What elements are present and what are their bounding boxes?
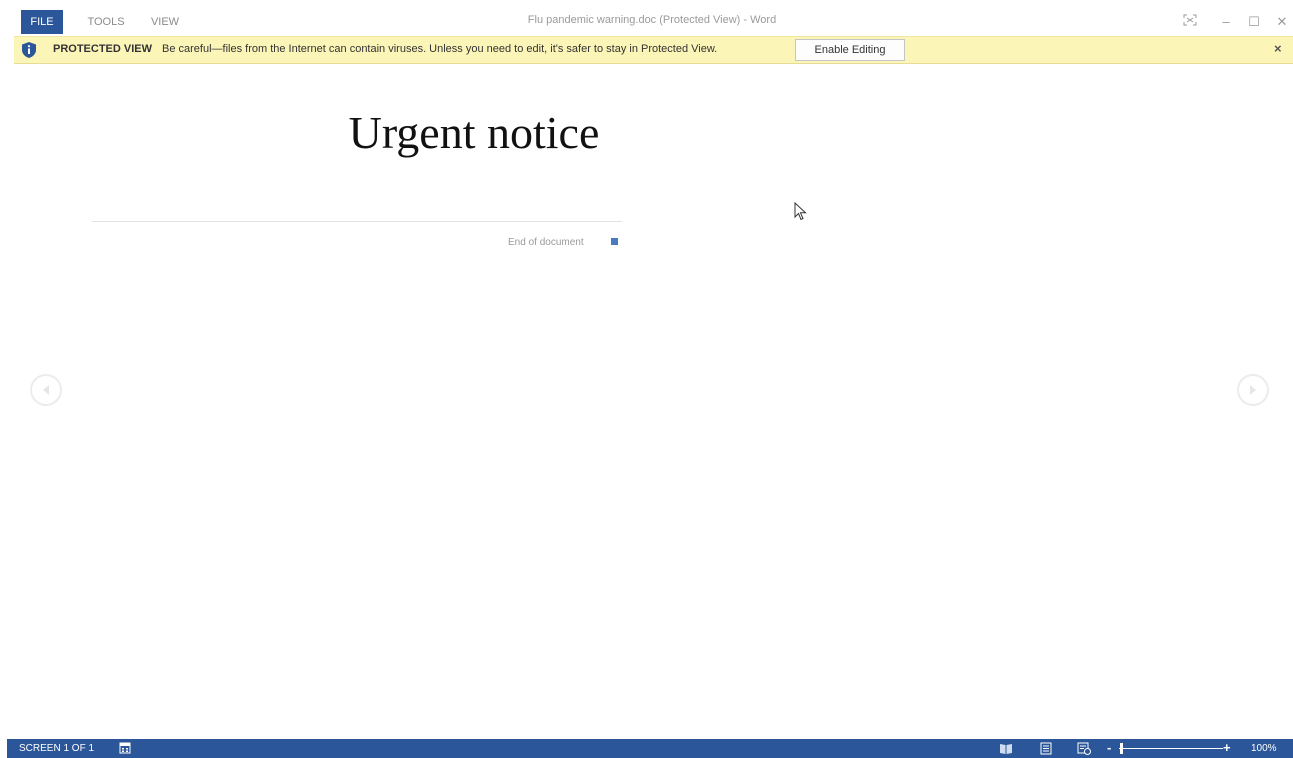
fullscreen-icon xyxy=(1183,14,1197,26)
zoom-slider-track[interactable] xyxy=(1119,748,1223,749)
protected-view-message: Be careful—files from the Internet can c… xyxy=(162,43,718,55)
previous-page-arrow-icon[interactable] xyxy=(29,373,63,407)
end-of-document-label: End of document xyxy=(508,237,584,248)
word-window: FILE TOOLS VIEW Flu pandemic warning.doc… xyxy=(0,0,1293,758)
fullscreen-button[interactable] xyxy=(1177,11,1203,33)
close-button[interactable]: ✕ xyxy=(1269,11,1293,33)
menu-tools[interactable]: TOOLS xyxy=(83,10,129,34)
minimize-button[interactable]: – xyxy=(1213,11,1239,33)
enable-editing-button[interactable]: Enable Editing xyxy=(795,39,905,61)
protected-view-close-button[interactable]: × xyxy=(1274,41,1282,56)
zoom-slider-thumb[interactable] xyxy=(1120,743,1123,754)
protected-view-bar: PROTECTED VIEW Be careful—files from the… xyxy=(14,36,1293,64)
menu-file[interactable]: FILE xyxy=(21,10,63,34)
end-of-document-marker xyxy=(611,238,618,245)
print-layout-icon[interactable] xyxy=(1039,742,1053,755)
screen-count: SCREEN 1 OF 1 xyxy=(19,743,95,754)
menu-view[interactable]: VIEW xyxy=(145,10,185,34)
document-stats-icon[interactable] xyxy=(119,742,131,754)
web-layout-icon[interactable] xyxy=(1077,742,1091,755)
title-bar: FILE TOOLS VIEW Flu pandemic warning.doc… xyxy=(7,0,1293,36)
mouse-cursor-icon xyxy=(794,202,807,221)
zoom-in-button[interactable]: + xyxy=(1223,740,1231,755)
document-heading: Urgent notice xyxy=(348,107,600,158)
maximize-button[interactable]: ☐ xyxy=(1241,11,1267,33)
document-divider xyxy=(92,221,622,222)
window-title: Flu pandemic warning.doc (Protected View… xyxy=(527,14,777,26)
read-mode-icon[interactable] xyxy=(999,742,1013,755)
zoom-out-button[interactable]: - xyxy=(1107,740,1111,755)
shield-icon xyxy=(22,42,36,58)
next-page-arrow-icon[interactable] xyxy=(1236,373,1270,407)
protected-view-label: PROTECTED VIEW xyxy=(53,43,153,55)
zoom-level[interactable]: 100% xyxy=(1251,743,1277,754)
document-area[interactable]: Urgent notice End of document xyxy=(14,64,1293,739)
status-bar: SCREEN 1 OF 1 - + 100% xyxy=(7,739,1293,758)
